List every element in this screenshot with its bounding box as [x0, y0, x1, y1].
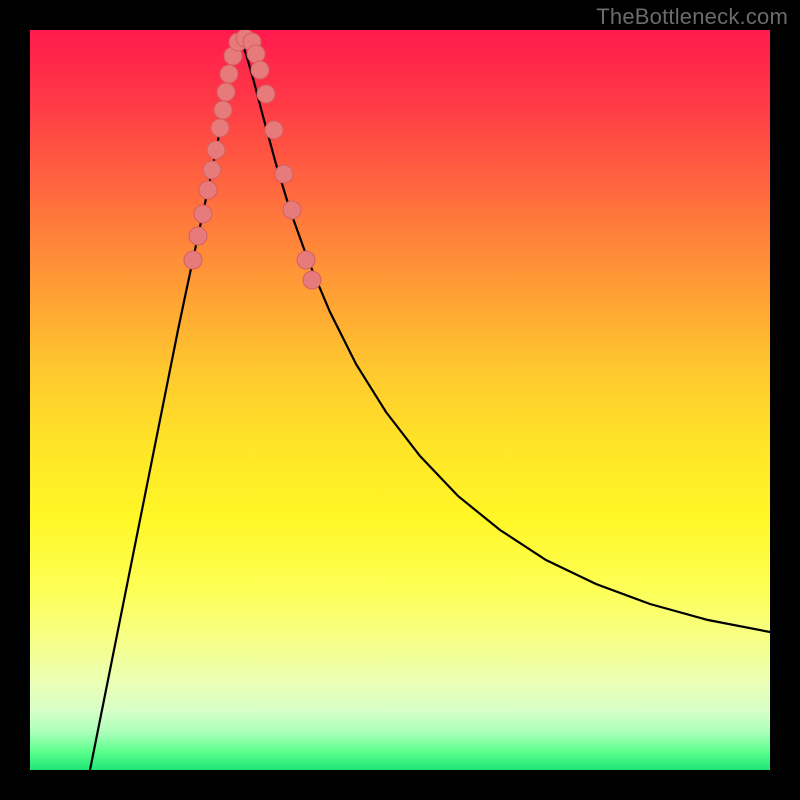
data-marker	[303, 271, 321, 289]
data-marker	[199, 181, 217, 199]
data-marker	[194, 205, 212, 223]
data-marker	[184, 251, 202, 269]
data-marker	[203, 161, 221, 179]
data-marker	[275, 165, 293, 183]
data-marker	[220, 65, 238, 83]
data-marker	[211, 119, 229, 137]
watermark-text: TheBottleneck.com	[596, 4, 788, 30]
data-marker	[217, 83, 235, 101]
data-marker	[283, 201, 301, 219]
chart-frame: TheBottleneck.com	[0, 0, 800, 800]
data-marker	[297, 251, 315, 269]
data-marker	[189, 227, 207, 245]
data-marker	[247, 45, 265, 63]
curve-layer	[30, 30, 770, 770]
curve-right-branch	[240, 38, 770, 632]
plot-area	[30, 30, 770, 770]
data-marker	[257, 85, 275, 103]
data-marker	[214, 101, 232, 119]
data-marker	[265, 121, 283, 139]
data-marker	[251, 61, 269, 79]
data-marker	[207, 141, 225, 159]
